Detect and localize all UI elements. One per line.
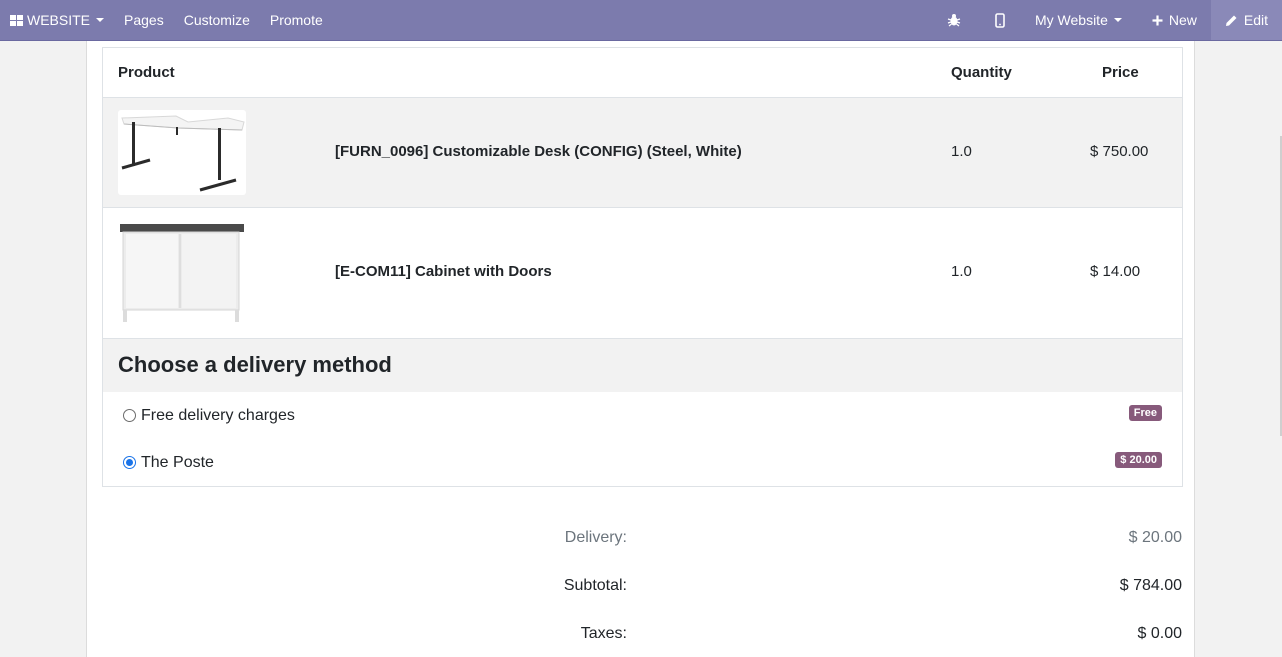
- pages-menu[interactable]: Pages: [114, 0, 174, 40]
- customize-menu[interactable]: Customize: [174, 0, 260, 40]
- debug-button[interactable]: [927, 0, 981, 40]
- taxes-value: $ 0.00: [1137, 625, 1182, 642]
- subtotal-value: $ 784.00: [1119, 577, 1182, 594]
- cart-table: Product Quantity Price [FURN_0096] Custo…: [102, 47, 1183, 487]
- my-website-dropdown[interactable]: My Website: [1019, 0, 1138, 40]
- table-row: [FURN_0096] Customizable Desk (CONFIG) (…: [103, 98, 1182, 208]
- delivery-radio-poste[interactable]: [123, 456, 136, 469]
- new-button[interactable]: New: [1138, 0, 1211, 40]
- taxes-label: Taxes:: [580, 625, 627, 642]
- pencil-icon: [1225, 15, 1237, 26]
- bug-icon: [947, 14, 961, 27]
- product-column-header: Product: [118, 64, 175, 81]
- price-column-header: Price: [1102, 64, 1139, 81]
- cart-page: Product Quantity Price [FURN_0096] Custo…: [86, 41, 1195, 657]
- product-quantity: 1.0: [951, 263, 972, 280]
- delivery-total-label: Delivery:: [564, 529, 627, 546]
- product-image-cabinet: [118, 222, 246, 325]
- product-name[interactable]: [E-COM11] Cabinet with Doors: [335, 263, 552, 280]
- edit-button[interactable]: Edit: [1210, 0, 1282, 40]
- website-menu-button[interactable]: WEBSITE: [0, 0, 114, 40]
- my-website-label: My Website: [1034, 12, 1108, 28]
- product-quantity: 1.0: [951, 143, 972, 160]
- product-name[interactable]: [FURN_0096] Customizable Desk (CONFIG) (…: [335, 143, 742, 160]
- plus-icon: [1152, 15, 1163, 25]
- delivery-total-value: $ 20.00: [1128, 529, 1182, 546]
- table-row: [E-COM11] Cabinet with Doors 1.0 $ 14.00: [103, 208, 1182, 339]
- chevron-down-icon: [1113, 18, 1122, 22]
- subtotal-label: Subtotal:: [563, 577, 627, 594]
- apps-grid-icon: [10, 14, 23, 26]
- delivery-option-label[interactable]: The Poste: [141, 454, 214, 472]
- delivery-method-title: Choose a delivery method: [103, 339, 1182, 392]
- new-label: New: [1168, 12, 1197, 28]
- delivery-option-free[interactable]: Free delivery charges Free: [103, 392, 1182, 439]
- price-badge: Free: [1128, 405, 1162, 421]
- cart-table-header: Product Quantity Price: [103, 48, 1182, 98]
- delivery-option-label[interactable]: Free delivery charges: [141, 407, 295, 425]
- product-price: $ 14.00: [1090, 263, 1141, 280]
- mobile-preview-button[interactable]: [981, 0, 1019, 40]
- product-image-desk: [118, 110, 246, 195]
- mobile-icon: [995, 12, 1005, 28]
- quantity-column-header: Quantity: [951, 64, 1012, 81]
- chevron-down-icon: [96, 18, 105, 22]
- delivery-radio-free[interactable]: [123, 409, 136, 422]
- website-label: WEBSITE: [27, 12, 91, 28]
- website-top-bar: WEBSITE Pages Customize Promote My Websi…: [0, 0, 1282, 41]
- edit-label: Edit: [1243, 12, 1268, 28]
- delivery-option-poste[interactable]: The Poste $ 20.00: [103, 439, 1182, 486]
- product-price: $ 750.00: [1090, 143, 1149, 160]
- promote-menu[interactable]: Promote: [260, 0, 333, 40]
- price-badge: $ 20.00: [1115, 452, 1162, 468]
